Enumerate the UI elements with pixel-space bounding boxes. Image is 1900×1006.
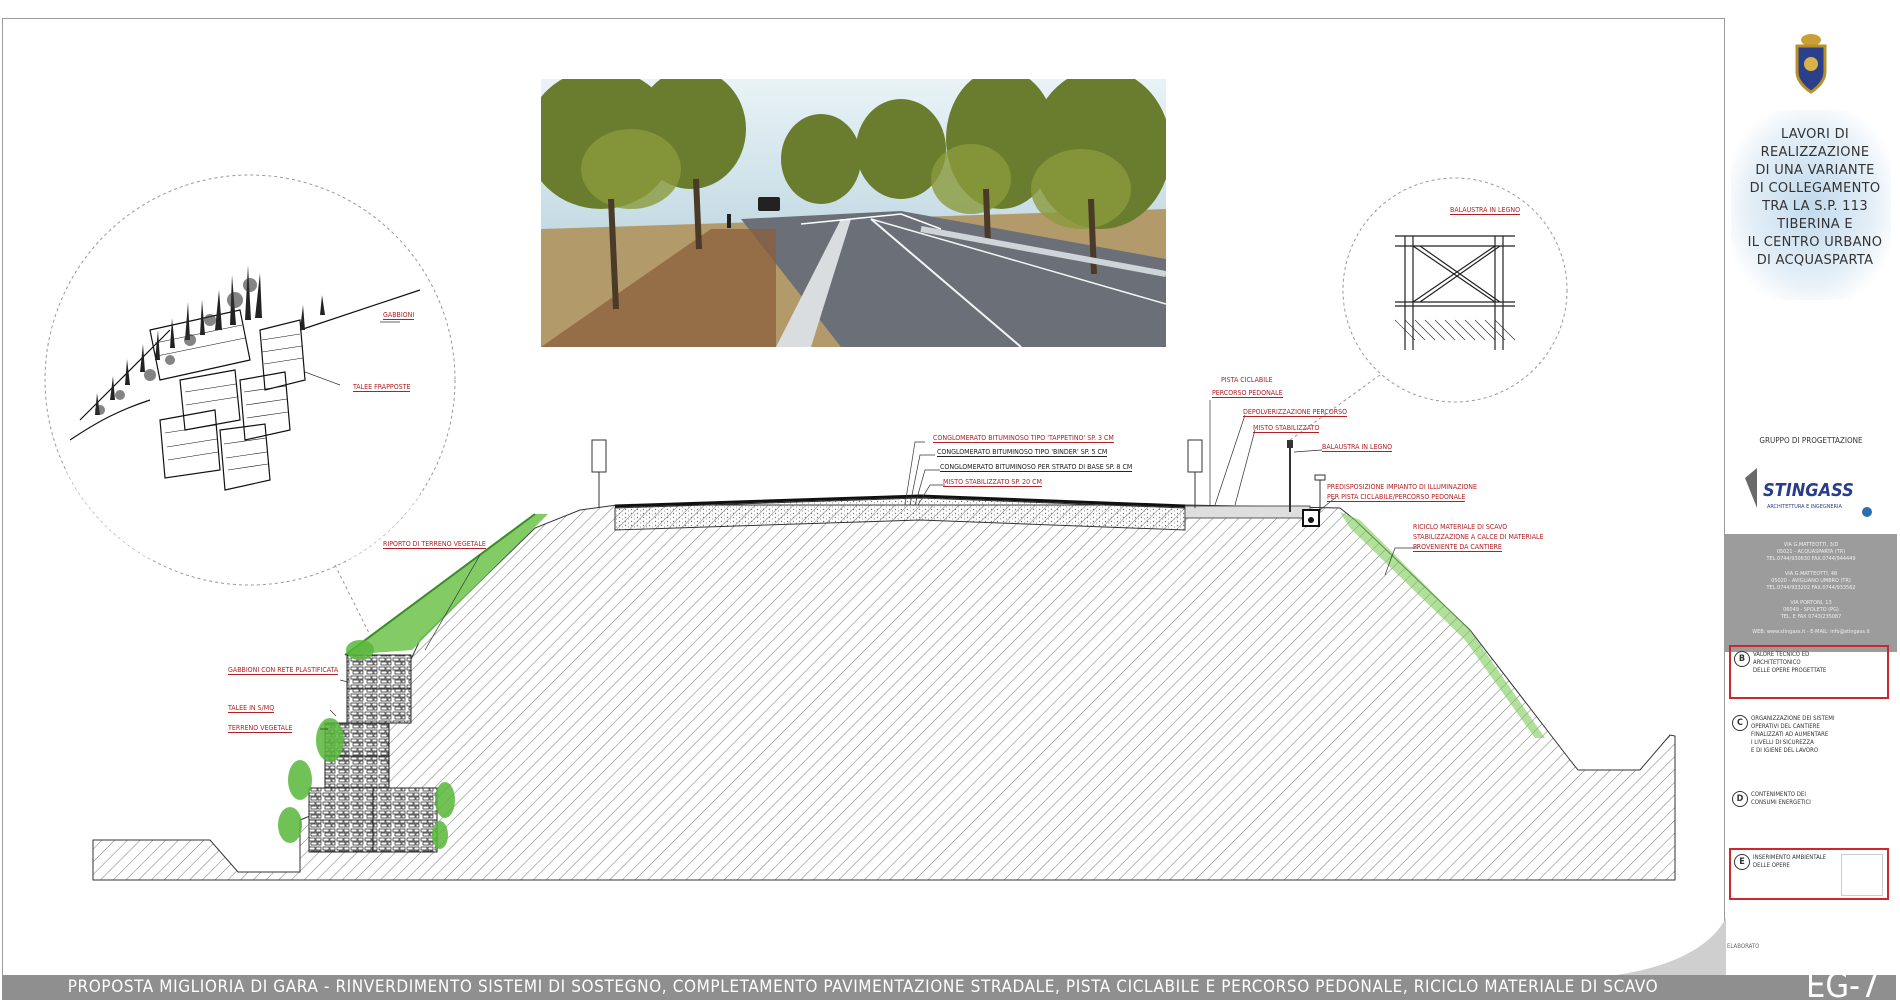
firm-name: STINGASS [1763, 480, 1854, 501]
label-pista-1: PISTA CICLABILE [1221, 376, 1273, 384]
criterion-e: E INSERIMENTO AMBIENTALE DELLE OPERE [1729, 848, 1889, 900]
criterion-letter: C [1732, 715, 1748, 731]
label-depolverizzazione: DEPOLVERIZZAZIONE PERCORSO [1243, 408, 1348, 417]
label-riciclo-2: STABILIZZAZIONE A CALCE DI MATERIALE [1413, 533, 1544, 541]
criterion-letter: D [1732, 791, 1748, 807]
label-terreno-vegetale: TERRENO VEGETALE [228, 724, 293, 733]
label-balaustra: BALAUSTRA IN LEGNO [1322, 443, 1393, 452]
criterion-b: B VALORE TECNICO ED ARCHITETTONICO DELLE… [1729, 645, 1889, 699]
label-riporto: RIPORTO DI TERRENO VEGETALE [383, 540, 486, 549]
label-misto: MISTO STABILIZZATO [1253, 424, 1320, 433]
label-pista-2: PERCORSO PEDONALE [1212, 389, 1283, 398]
label-talee-frapposte: TALEE FRAPPOSTE [353, 383, 411, 392]
stingass-logo-icon: STINGASS ARCHITETTURA E INGEGNERIA [1745, 468, 1872, 517]
label-gabbioni: GABBIONI [383, 311, 415, 320]
project-title: LAVORI DI REALIZZAZIONE DI UNA VARIANTE … [1747, 127, 1883, 268]
address-3: VIA PORTONI, 13 06049 - SPOLETO (PG) TEL… [1780, 600, 1842, 620]
label-riciclo-1: RICICLO MATERIALE DI SCAVO [1413, 523, 1508, 531]
title-block: LAVORI DI REALIZZAZIONE DI UNA VARIANTE … [1724, 18, 1897, 976]
guardrail-left [591, 439, 607, 473]
municipal-crest-icon [1795, 34, 1827, 94]
criterion-text: VALORE TECNICO ED ARCHITETTONICO DELLE O… [1753, 651, 1827, 674]
label-binder: CONGLOMERATO BITUMINOSO TIPO 'BINDER' SP… [937, 448, 1108, 457]
criterion-letter: B [1734, 651, 1750, 667]
footer-swoosh [1610, 918, 1726, 976]
address-2: VIA G.MATTEOTTI, 48 05020 - AVIGLIANO UM… [1766, 571, 1856, 591]
label-riciclo-3: PROVENIENTE DA CANTIERE [1413, 543, 1502, 552]
criterion-c: C ORGANIZZAZIONE DEI SISTEMI OPERATIVI D… [1729, 711, 1889, 781]
label-balaustra-detail: BALAUSTRA IN LEGNO [1450, 206, 1521, 215]
criterion-text: ORGANIZZAZIONE DEI SISTEMI OPERATIVI DEL… [1751, 715, 1835, 754]
address-web: WEB: www.stingass.it - E-MAIL: info@stin… [1752, 629, 1870, 635]
criterion-text: CONTENIMENTO DEI CONSUMI ENERGETICI [1751, 791, 1811, 806]
guardrail-right [1187, 439, 1203, 473]
label-gabbioni-rete: GABBIONI CON RETE PLASTIFICATA [228, 666, 339, 675]
footer-bar: PROPOSTA MIGLIORIA DI GARA - RINVERDIMEN… [2, 969, 1896, 1003]
road-render-photo [541, 79, 1166, 347]
label-illuminazione-1: PREDISPOSIZIONE IMPIANTO DI ILLUMINAZION… [1327, 483, 1477, 491]
criterion-e-thumb [1841, 854, 1883, 896]
label-misto-20: MISTO STABILIZZATO SP. 20 CM [943, 478, 1042, 487]
firm-addresses: VIA G.MATTEOTTI, 3/D 05021 - ACQUASPARTA… [1725, 534, 1897, 652]
firm-subtitle: ARCHITETTURA E INGEGNERIA [1767, 504, 1842, 510]
label-talee-ms: TALEE IN S/MQ [228, 704, 275, 713]
criterion-d: D CONTENIMENTO DEI CONSUMI ENERGETICI [1729, 787, 1889, 823]
cycle-path-layer [1184, 505, 1311, 519]
criterion-letter: E [1734, 854, 1750, 870]
footer-title: PROPOSTA MIGLIORIA DI GARA - RINVERDIMEN… [67, 977, 1659, 997]
sheet-code: EG-7 [1806, 966, 1880, 1006]
label-illuminazione-2: PER PISTA CICLABILE/PERCORSO PEDONALE [1327, 493, 1466, 502]
drawing-sheet: GABBIONI TALEE FRAPPOSTE RIPORTO DI TERR… [0, 0, 1900, 1003]
label-base: CONGLOMERATO BITUMINOSO PER STRATO DI BA… [940, 463, 1133, 472]
label-tappetino: CONGLOMERATO BITUMINOSO TIPO 'TAPPETINO'… [933, 434, 1114, 443]
address-1: VIA G.MATTEOTTI, 3/D 05021 - ACQUASPARTA… [1766, 542, 1856, 562]
gruppo-label: GRUPPO DI PROGETTAZIONE [1759, 436, 1863, 445]
